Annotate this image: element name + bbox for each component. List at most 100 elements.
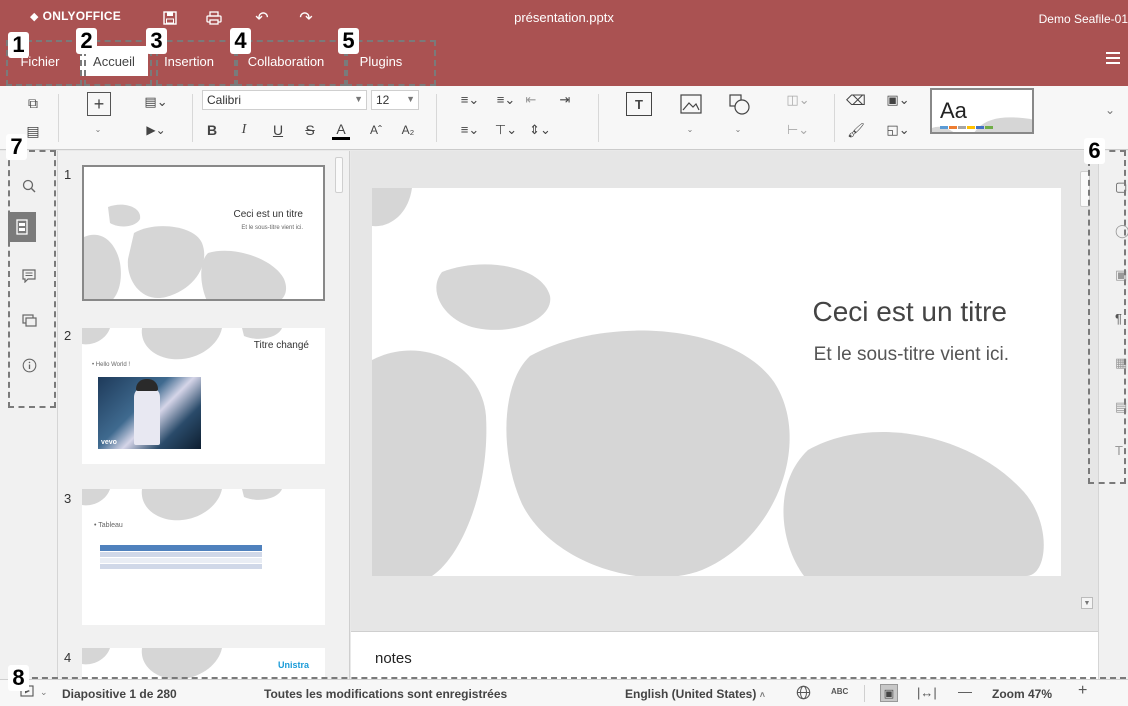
zoom-in-icon[interactable]: + (1078, 682, 1087, 700)
bold-button[interactable]: B (204, 120, 220, 140)
increase-font-button[interactable]: Aˆ (364, 120, 388, 140)
status-bar: ⌄ Diapositive 1 de 280 Toutes les modifi… (0, 679, 1128, 706)
align-left-icon[interactable]: ≡⌄ (452, 120, 488, 140)
thumb-title: Ceci est un titre (233, 209, 303, 220)
picture-dropdown-icon[interactable]: ⌄ (684, 122, 696, 136)
slide-position[interactable]: Diapositive 1 de 280 (62, 687, 177, 701)
text-art-settings-icon[interactable]: T (1115, 443, 1128, 459)
canvas-scrollbar[interactable] (1080, 171, 1090, 207)
line-spacing-icon[interactable]: ⇕⌄ (522, 120, 558, 140)
fit-slide-icon[interactable]: ▣ (880, 684, 898, 702)
paragraph-settings-icon[interactable]: ¶ (1115, 311, 1128, 327)
annotation-marker-8: 8 (8, 665, 29, 691)
shape-icon[interactable] (726, 92, 752, 116)
annotation-marker-4: 4 (230, 28, 251, 54)
decrease-indent-icon[interactable]: ⇤ (522, 90, 540, 110)
clear-style-icon[interactable]: ⌫ (846, 90, 866, 110)
font-size-value: 12 (376, 93, 390, 107)
scroll-down-icon[interactable]: ▼ (1081, 597, 1093, 609)
font-name-select[interactable]: Calibri ▼ (202, 90, 367, 110)
image-settings-icon[interactable]: ▣ (1115, 267, 1128, 283)
vertical-align-icon[interactable]: ⊤⌄ (488, 120, 524, 140)
save-status: Toutes les modifications sont enregistré… (264, 687, 508, 701)
slides-panel-icon[interactable] (8, 212, 36, 242)
slide-thumbnail-3[interactable]: • Tableau (82, 489, 325, 625)
italic-button[interactable]: I (236, 120, 252, 140)
subscript-button[interactable]: A₂ (398, 120, 418, 140)
chat-icon[interactable] (12, 306, 46, 336)
thumb-bullet-text: Hello World ! (95, 362, 131, 368)
arrange-icon[interactable]: ◫⌄ (780, 90, 816, 110)
shape-dropdown-icon[interactable]: ⌄ (732, 122, 744, 136)
comments-icon[interactable] (12, 261, 46, 291)
search-icon[interactable] (12, 171, 46, 201)
spellcheck-icon[interactable]: ABC (831, 687, 848, 696)
thumb-title: Unistra (277, 660, 309, 670)
thumb-bullet-text: Tableau (98, 522, 123, 529)
thumbnails-scrollbar[interactable] (335, 157, 343, 193)
text-box-icon[interactable]: T (626, 92, 652, 116)
shape-settings-icon[interactable]: ◯ (1115, 223, 1128, 239)
language-value: English (United States) (625, 687, 757, 701)
globe-icon[interactable] (796, 685, 811, 703)
language-select[interactable]: English (United States) ˄ (625, 687, 765, 701)
chevron-down-icon: ▼ (406, 94, 415, 104)
theme-preview[interactable]: Aa (930, 88, 1034, 134)
slide-size-icon[interactable]: ◱⌄ (880, 120, 916, 140)
slide-thumbnail-2[interactable]: Titre changé • Hello World ! vevo (82, 328, 325, 464)
font-color-button[interactable]: A (332, 120, 350, 140)
video-brand: vevo (101, 439, 117, 446)
theme-color-strip (940, 126, 993, 129)
title-bar: ◆ ONLYOFFICE ↶ ↷ présentation.pptx Demo … (0, 0, 1128, 86)
user-name[interactable]: Demo Seafile-01 (1039, 12, 1128, 26)
chevron-up-icon: ˄ (759, 690, 765, 700)
slide-thumbnails-panel: 1 Ceci est un titre Et le sous-titre vie… (58, 151, 350, 679)
chevron-down-icon[interactable]: ⌄ (40, 687, 48, 698)
chevron-down-icon[interactable]: ⌄ (1100, 100, 1120, 120)
chart-settings-icon[interactable]: ▤ (1115, 399, 1128, 415)
zoom-level[interactable]: Zoom 47% (992, 687, 1052, 701)
align-shape-icon[interactable]: ⊢⌄ (780, 120, 816, 140)
annotation-marker-2: 2 (76, 28, 97, 54)
thumb-number: 4 (64, 650, 72, 665)
slide-subtitle[interactable]: Et le sous-titre vient ici. (814, 344, 1009, 366)
bullets-icon[interactable]: ≡⌄ (452, 90, 488, 110)
slide-settings-icon[interactable]: ▢ (1115, 179, 1128, 195)
slide-thumbnail-4[interactable]: Unistra (82, 648, 325, 679)
slide-layout-icon[interactable]: ▤⌄ (138, 92, 174, 112)
font-size-select[interactable]: 12 ▼ (371, 90, 419, 110)
strikethrough-button[interactable]: S (302, 120, 318, 140)
numbering-icon[interactable]: ≡⌄ (488, 90, 524, 110)
mini-table (100, 545, 262, 577)
add-slide-dropdown-icon[interactable]: ⌄ (92, 122, 104, 136)
left-sidebar (0, 151, 58, 679)
zoom-out-icon[interactable]: — (958, 683, 972, 699)
thumb-bullet: • Hello World ! (92, 362, 131, 368)
thumb-number: 2 (64, 328, 72, 343)
thumb-title: Titre changé (253, 340, 309, 351)
info-icon[interactable] (12, 350, 46, 380)
current-slide[interactable]: Ceci est un titre Et le sous-titre vient… (372, 188, 1061, 576)
slide-thumbnail-1[interactable]: Ceci est un titre Et le sous-titre vient… (82, 165, 325, 301)
font-name-value: Calibri (207, 93, 242, 107)
right-sidebar: ▢ ◯ ▣ ¶ ▦ ▤ T (1098, 151, 1128, 679)
slide-show-icon[interactable]: ▶⌄ (138, 120, 174, 140)
video-thumbnail: vevo (98, 377, 201, 449)
copy-icon[interactable]: ⧉ (22, 92, 44, 114)
fit-width-icon[interactable]: |↔| (917, 685, 937, 700)
underline-button[interactable]: U (270, 120, 286, 140)
copy-style-icon[interactable]: 🖌 (846, 120, 866, 140)
increase-indent-icon[interactable]: ⇥ (556, 90, 574, 110)
annotation-marker-1: 1 (8, 32, 29, 58)
annotation-marker-6: 6 (1084, 138, 1105, 164)
thumb-number: 1 (64, 167, 72, 182)
menu-icon[interactable] (1106, 52, 1120, 64)
annotation-marker-7: 7 (6, 134, 27, 160)
add-slide-icon[interactable]: + (87, 92, 111, 116)
notes-panel[interactable]: notes (351, 631, 1098, 679)
chevron-down-icon: ▼ (354, 94, 363, 104)
picture-icon[interactable] (678, 92, 704, 116)
color-scheme-icon[interactable]: ▣⌄ (880, 90, 916, 110)
table-settings-icon[interactable]: ▦ (1115, 355, 1128, 371)
slide-title[interactable]: Ceci est un titre (812, 296, 1007, 328)
